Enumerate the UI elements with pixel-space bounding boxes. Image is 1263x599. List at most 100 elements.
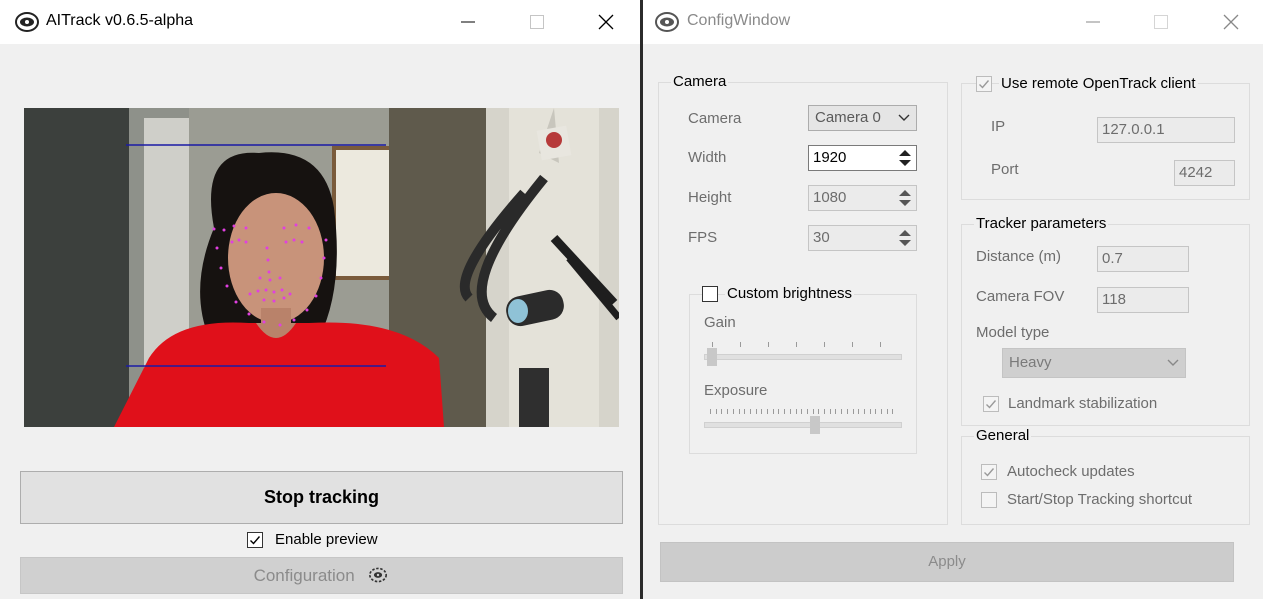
- autocheck-updates-checkbox[interactable]: [981, 464, 997, 480]
- distance-field[interactable]: 0.7: [1097, 246, 1189, 272]
- maximize-button[interactable]: [1138, 0, 1184, 44]
- distance-value: 0.7: [1102, 250, 1123, 267]
- maximize-icon: [1154, 15, 1168, 29]
- exposure-tick: [841, 409, 843, 414]
- close-icon: [598, 14, 614, 30]
- port-field[interactable]: 4242: [1174, 160, 1235, 186]
- width-value: 1920: [813, 149, 847, 166]
- configuration-button-label: Configuration: [253, 566, 355, 585]
- aitrack-main-window: AITrack v0.6.5-alpha Stop tracking Enabl…: [0, 0, 640, 599]
- fps-spinbox[interactable]: 30: [808, 225, 917, 251]
- exposure-slider-groove: [704, 422, 902, 428]
- exposure-tick: [749, 409, 751, 414]
- gain-slider[interactable]: [704, 340, 902, 366]
- exposure-tick: [715, 409, 717, 414]
- exposure-tick: [806, 409, 808, 414]
- chevron-down-icon: [898, 114, 910, 121]
- exposure-tick: [761, 409, 763, 414]
- exposure-tick: [710, 409, 711, 414]
- height-value: 1080: [813, 189, 847, 206]
- exposure-tick: [721, 409, 723, 414]
- minimize-icon: [461, 21, 475, 23]
- exposure-tick: [767, 409, 768, 414]
- general-group: [961, 436, 1250, 525]
- camera-fov-field[interactable]: 118: [1097, 287, 1189, 313]
- main-window-title: AITrack v0.6.5-alpha: [46, 12, 194, 29]
- height-label: Height: [688, 189, 732, 206]
- exposure-tick: [863, 409, 865, 414]
- gain-label: Gain: [704, 314, 736, 331]
- minimize-button[interactable]: [1070, 0, 1116, 44]
- model-type-select[interactable]: Heavy: [1002, 348, 1186, 378]
- custom-brightness-label[interactable]: Custom brightness: [725, 285, 855, 302]
- tracker-group-title: Tracker parameters: [974, 215, 1109, 232]
- camera-select-value: Camera 0: [815, 109, 881, 126]
- exposure-slider[interactable]: [704, 406, 902, 434]
- exposure-tick: [738, 409, 740, 414]
- app-eye-icon: [15, 12, 39, 32]
- ip-value: 127.0.0.1: [1102, 121, 1165, 138]
- exposure-tick: [789, 409, 791, 414]
- exposure-tick: [778, 409, 780, 414]
- stop-tracking-button[interactable]: Stop tracking: [20, 471, 623, 524]
- checkmark-icon: [250, 536, 261, 545]
- landmark-stabilization-checkbox[interactable]: [983, 396, 999, 412]
- camera-preview: [24, 108, 619, 427]
- exposure-tick: [784, 409, 786, 414]
- exposure-tick: [846, 409, 848, 414]
- use-remote-label[interactable]: Use remote OpenTrack client: [999, 75, 1198, 92]
- apply-button[interactable]: Apply: [660, 542, 1234, 582]
- width-label: Width: [688, 149, 727, 166]
- camera-group-title: Camera: [671, 73, 729, 90]
- minimize-icon: [1086, 21, 1100, 23]
- model-type-value: Heavy: [1009, 354, 1052, 371]
- exposure-slider-thumb[interactable]: [810, 416, 820, 434]
- configuration-button[interactable]: Configuration: [20, 557, 623, 594]
- exposure-tick: [772, 409, 774, 414]
- enable-preview-checkbox[interactable]: [247, 532, 263, 548]
- enable-preview-label[interactable]: Enable preview: [275, 531, 378, 548]
- ip-field[interactable]: 127.0.0.1: [1097, 117, 1235, 143]
- camera-preview-image: [24, 108, 619, 427]
- port-label: Port: [991, 161, 1019, 178]
- checkmark-icon: [979, 80, 990, 89]
- exposure-tick: [795, 409, 797, 414]
- exposure-tick: [858, 409, 860, 414]
- config-titlebar[interactable]: ConfigWindow: [643, 0, 1263, 44]
- checkmark-icon: [984, 468, 995, 477]
- camera-fov-label: Camera FOV: [976, 288, 1065, 305]
- tracking-shortcut-label[interactable]: Start/Stop Tracking shortcut: [1007, 491, 1192, 508]
- model-type-label: Model type: [976, 324, 1050, 341]
- exposure-tick: [852, 409, 854, 414]
- exposure-tick: [824, 409, 825, 414]
- camera-label: Camera: [688, 110, 742, 127]
- gain-slider-groove: [704, 354, 902, 360]
- autocheck-updates-label[interactable]: Autocheck updates: [1007, 463, 1135, 480]
- minimize-button[interactable]: [445, 0, 491, 44]
- fps-value: 30: [813, 229, 830, 246]
- close-icon: [1223, 14, 1239, 30]
- close-button[interactable]: [583, 0, 629, 44]
- ip-label: IP: [991, 118, 1006, 135]
- port-value: 4242: [1179, 164, 1213, 181]
- camera-select[interactable]: Camera 0: [808, 105, 917, 131]
- spin-arrows-icon[interactable]: [896, 188, 914, 208]
- checkmark-icon: [986, 400, 997, 409]
- height-spinbox[interactable]: 1080: [808, 185, 917, 211]
- main-titlebar[interactable]: AITrack v0.6.5-alpha: [0, 0, 640, 44]
- custom-brightness-checkbox[interactable]: [702, 286, 718, 302]
- close-button[interactable]: [1208, 0, 1254, 44]
- exposure-tick: [886, 409, 888, 414]
- landmark-stabilization-label[interactable]: Landmark stabilization: [1008, 395, 1157, 412]
- spin-arrows-icon[interactable]: [896, 228, 914, 248]
- gain-slider-thumb[interactable]: [707, 348, 717, 366]
- tracking-shortcut-checkbox[interactable]: [981, 492, 997, 508]
- width-spinbox[interactable]: 1920: [808, 145, 917, 171]
- exposure-tick: [727, 409, 729, 414]
- maximize-button[interactable]: [514, 0, 560, 44]
- spin-arrows-icon[interactable]: [896, 148, 914, 168]
- maximize-icon: [530, 15, 544, 29]
- exposure-tick: [812, 409, 814, 414]
- exposure-tick: [875, 409, 877, 414]
- use-remote-checkbox[interactable]: [976, 76, 992, 92]
